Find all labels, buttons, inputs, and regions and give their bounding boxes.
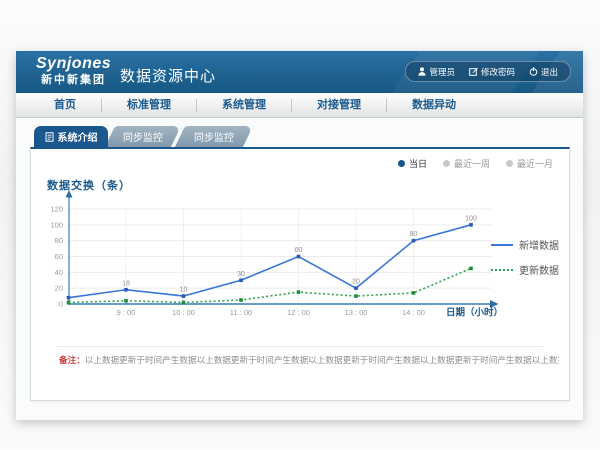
nav-item-system-mgmt[interactable]: 系统管理 — [197, 99, 292, 112]
nav-item-integration-mgmt[interactable]: 对接管理 — [292, 99, 387, 112]
line-chart: 0 20 40 60 80 100 120 9 : 00 10 : 00 11 : 00 12 : … — [39, 188, 509, 338]
app-window: Synjones 新中新集团 数据资源中心 管理员 修改密码 退出 首页 标准管… — [16, 51, 583, 420]
company-name: 新中新集团 — [36, 74, 111, 86]
current-user[interactable]: 管理员 — [418, 66, 455, 78]
filter-last-month[interactable]: 最近一月 — [506, 157, 553, 170]
svg-text:60: 60 — [295, 247, 303, 254]
solid-line-sample-icon — [491, 244, 513, 246]
footnote: 备注：以上数据更新于时间产生数据以上数据更新于时间产生数据以上数据更新于时间产生… — [59, 354, 559, 366]
company-logo: Synjones 新中新集团 — [36, 55, 111, 86]
power-icon — [529, 67, 538, 76]
change-password-button[interactable]: 修改密码 — [469, 66, 515, 78]
svg-text:100: 100 — [465, 215, 477, 222]
legend-item-updated-data[interactable]: 更新数据 — [491, 262, 559, 277]
svg-text:14 : 00: 14 : 00 — [402, 308, 425, 317]
content-area: 系统介绍 同步监控 同步监控 当日 最近一周 — [16, 118, 583, 420]
svg-text:13 : 00: 13 : 00 — [345, 308, 368, 317]
dotted-line-sample-icon — [491, 269, 513, 271]
svg-text:20: 20 — [55, 284, 63, 293]
desktop-background: { "header": { "brand": "Synjones", "bran… — [0, 0, 600, 450]
svg-text:20: 20 — [352, 279, 360, 286]
svg-text:120: 120 — [50, 205, 63, 214]
svg-text:10 : 00: 10 : 00 — [172, 308, 195, 317]
main-nav: 首页 标准管理 系统管理 对接管理 数据异动 — [16, 93, 583, 118]
edit-icon — [469, 67, 478, 76]
logout-button[interactable]: 退出 — [529, 66, 558, 78]
nav-item-home[interactable]: 首页 — [16, 99, 102, 112]
tab-system-intro[interactable]: 系统介绍 — [34, 126, 108, 147]
svg-text:80: 80 — [55, 236, 63, 245]
footnote-label: 备注： — [59, 355, 85, 365]
svg-text:日期（小时）: 日期（小时） — [446, 307, 503, 319]
user-menu: 管理员 修改密码 退出 — [405, 61, 571, 82]
svg-text:100: 100 — [50, 220, 63, 229]
svg-text:10: 10 — [180, 287, 188, 294]
radio-dot-icon — [443, 160, 450, 167]
user-icon — [418, 67, 426, 76]
svg-text:60: 60 — [55, 252, 63, 261]
brand-name: Synjones — [36, 55, 111, 73]
nav-item-data-change[interactable]: 数据异动 — [387, 99, 481, 112]
svg-text:40: 40 — [55, 268, 63, 277]
filter-last-week[interactable]: 最近一周 — [443, 157, 490, 170]
chart-legend: 新增数据 更新数据 — [491, 237, 559, 277]
footnote-text: 以上数据更新于时间产生数据以上数据更新于时间产生数据以上数据更新于时间产生数据以… — [85, 355, 559, 365]
time-range-filters: 当日 最近一周 最近一月 — [398, 157, 553, 170]
svg-text:12 : 00: 12 : 00 — [287, 308, 310, 317]
legend-item-new-data[interactable]: 新增数据 — [491, 237, 559, 252]
radio-dot-icon — [398, 160, 405, 167]
tab-sync-monitor-2[interactable]: 同步监控 — [180, 126, 248, 147]
svg-text:9 : 00: 9 : 00 — [117, 308, 136, 317]
filter-today[interactable]: 当日 — [398, 157, 427, 170]
divider — [57, 346, 543, 347]
svg-text:80: 80 — [410, 231, 418, 238]
svg-text:18: 18 — [122, 280, 130, 287]
page-title: 数据资源中心 — [120, 65, 216, 86]
svg-text:0: 0 — [59, 300, 63, 309]
document-icon — [45, 132, 54, 142]
app-header: Synjones 新中新集团 数据资源中心 管理员 修改密码 退出 — [16, 51, 583, 93]
radio-dot-icon — [506, 160, 513, 167]
svg-text:30: 30 — [237, 271, 245, 278]
tab-sync-monitor-1[interactable]: 同步监控 — [110, 126, 176, 147]
chart-panel: 当日 最近一周 最近一月 数据交换（条） 0204060801001209 : … — [30, 147, 570, 401]
nav-item-standard-mgmt[interactable]: 标准管理 — [102, 99, 197, 112]
svg-text:11 : 00: 11 : 00 — [230, 308, 252, 317]
